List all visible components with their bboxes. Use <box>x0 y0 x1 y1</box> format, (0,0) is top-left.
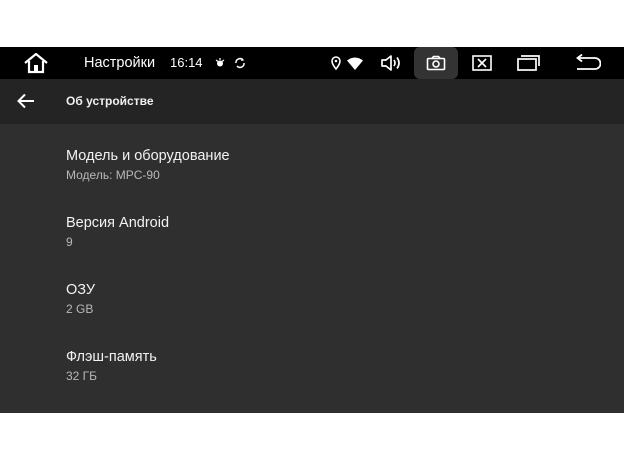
setting-item-subtitle: 32 ГБ <box>66 369 98 383</box>
setting-item-flash-memory[interactable]: Флэш-память 32 ГБ <box>0 325 624 392</box>
screenshot-icon <box>426 55 446 71</box>
device-screen: Настройки 16:14 Об устройстве Модель и о… <box>0 47 624 413</box>
screenshot-button[interactable] <box>414 47 458 79</box>
status-bar: Настройки 16:14 <box>0 47 624 79</box>
page-title: Об устройстве <box>66 94 154 108</box>
setting-item-android-version[interactable]: Версия Android 9 <box>0 191 624 258</box>
home-icon[interactable] <box>20 47 52 79</box>
volume-icon[interactable] <box>379 47 403 79</box>
setting-item-title: ОЗУ <box>66 282 96 298</box>
settings-list: Модель и оборудование Модель: MPC-90 Вер… <box>0 124 624 392</box>
app-title: Настройки <box>84 55 156 71</box>
sync-icon <box>232 47 248 79</box>
setting-item-model[interactable]: Модель и оборудование Модель: MPC-90 <box>0 124 624 191</box>
back-icon[interactable] <box>571 47 603 79</box>
arrow-left-icon <box>17 93 35 109</box>
back-button[interactable] <box>12 87 40 115</box>
clock: 16:14 <box>170 55 203 70</box>
setting-item-title: Модель и оборудование <box>66 148 230 164</box>
setting-item-title: Флэш-память <box>66 349 157 365</box>
setting-item-ram[interactable]: ОЗУ 2 GB <box>0 258 624 325</box>
wifi-icon <box>346 47 364 79</box>
setting-item-subtitle: 9 <box>66 235 73 249</box>
setting-item-subtitle: Модель: MPC-90 <box>66 168 160 182</box>
close-app-icon[interactable] <box>469 47 495 79</box>
location-icon <box>329 47 343 79</box>
setting-item-subtitle: 2 GB <box>66 302 94 316</box>
notification-icon <box>212 47 228 79</box>
app-toolbar: Об устройстве <box>0 79 624 124</box>
recent-apps-icon[interactable] <box>514 47 542 79</box>
setting-item-title: Версия Android <box>66 215 170 231</box>
